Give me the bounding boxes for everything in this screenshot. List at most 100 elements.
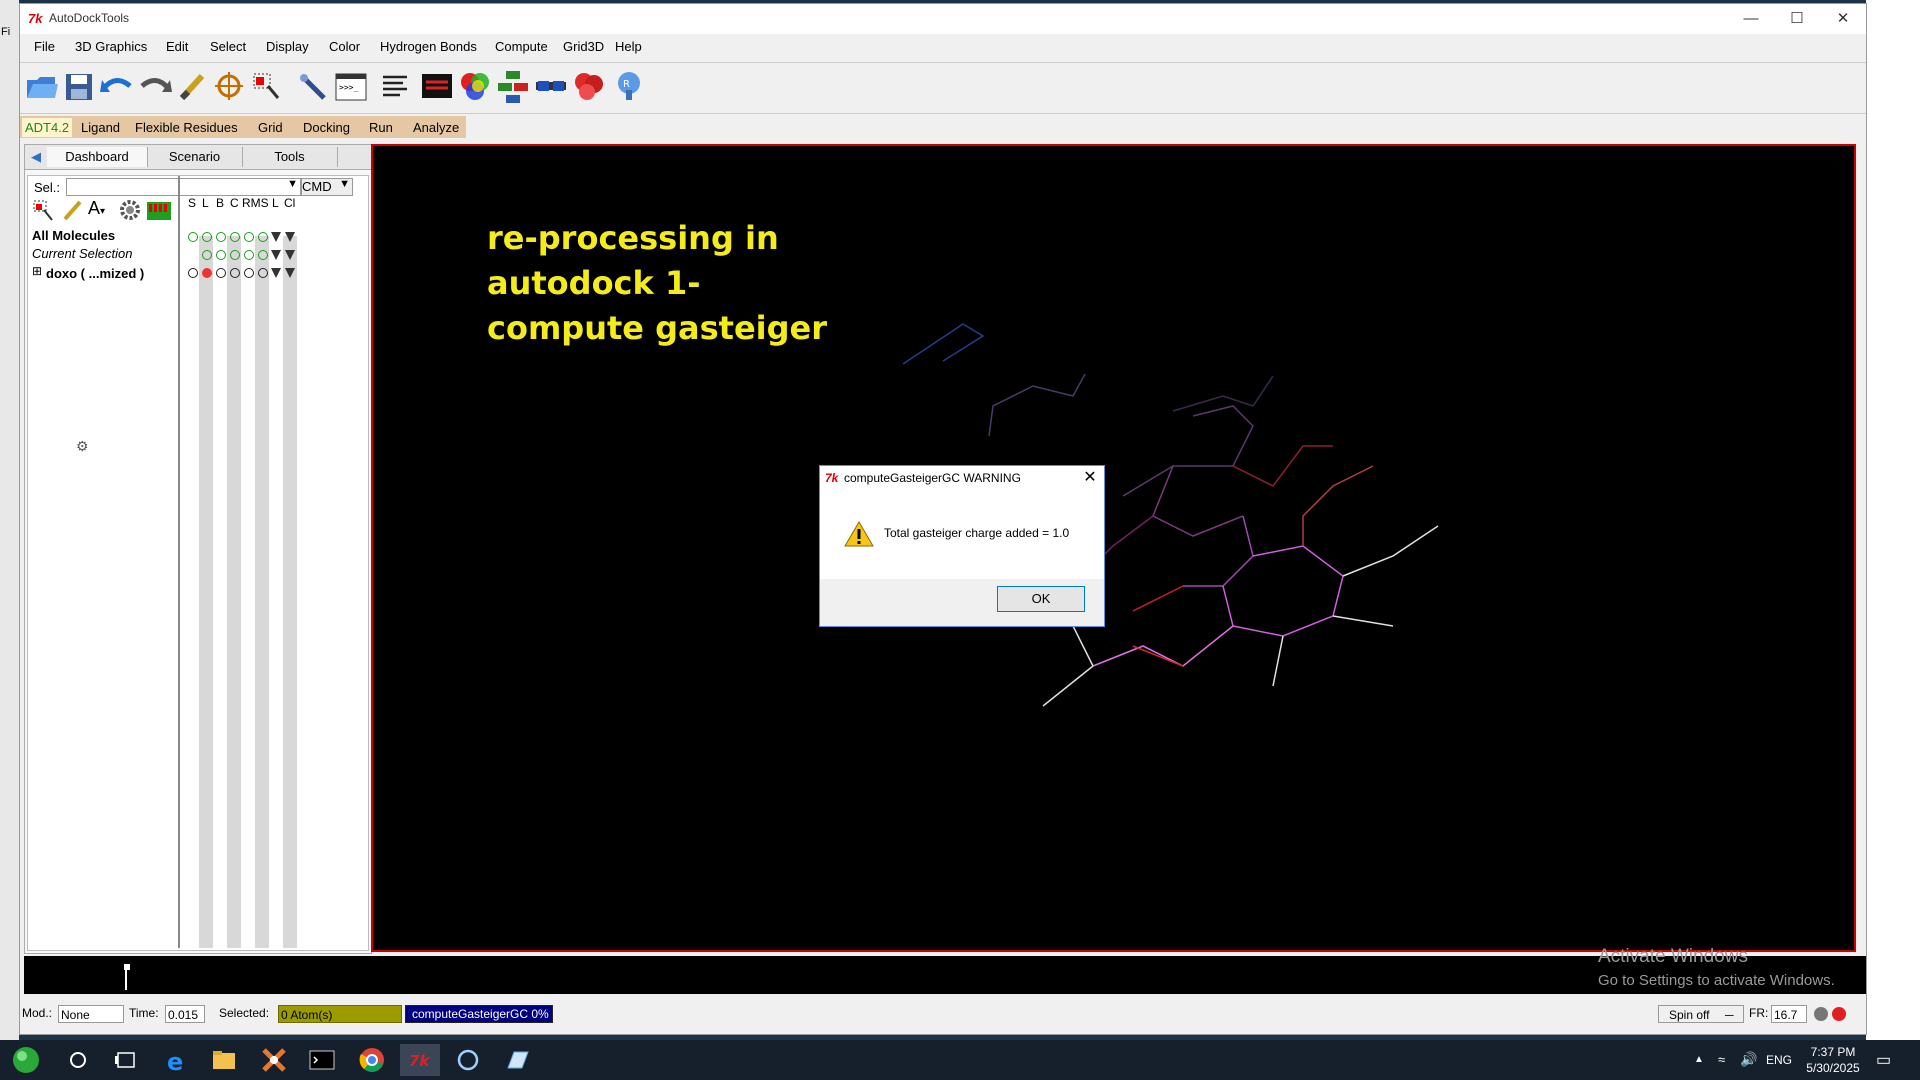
minimize-button[interactable]: — — [1728, 4, 1774, 34]
toggle-circle[interactable] — [202, 232, 212, 242]
python-shell-button[interactable]: >>>_ — [334, 68, 368, 104]
3d-viewer[interactable]: re-processing in autodock 1- compute gas… — [371, 144, 1856, 952]
pick-button[interactable] — [176, 68, 210, 104]
toggle-circle[interactable] — [202, 250, 212, 260]
tab-analyze[interactable]: Analyze — [413, 120, 459, 135]
col-header-l2[interactable]: L — [272, 196, 279, 210]
close-button[interactable]: ✕ — [1820, 4, 1866, 34]
language-indicator[interactable]: ENG — [1766, 1053, 1792, 1067]
surface-button[interactable] — [572, 68, 606, 104]
render-toggle-button[interactable] — [1814, 1007, 1828, 1021]
tree-all-molecules[interactable]: All Molecules — [32, 228, 115, 243]
notification-icon[interactable]: ▭ — [1876, 1050, 1891, 1070]
menu-hydrogen-bonds[interactable]: Hydrogen Bonds — [380, 39, 477, 54]
menu-edit[interactable]: Edit — [166, 39, 188, 54]
chevron-up-icon[interactable]: ▲ — [1694, 1054, 1704, 1065]
file-explorer-button[interactable] — [204, 1044, 244, 1076]
menu-help[interactable]: Help — [615, 39, 642, 54]
cortana-button[interactable] — [448, 1044, 488, 1076]
select-button[interactable] — [250, 68, 284, 104]
toggle-circle[interactable] — [216, 250, 226, 260]
settings-cmd-button[interactable] — [118, 198, 142, 222]
col-header-rms[interactable]: RMS — [242, 196, 269, 210]
tab-ligand[interactable]: Ligand — [81, 120, 120, 135]
app-button[interactable] — [254, 1044, 294, 1076]
col-header-cl[interactable]: Cl — [284, 196, 295, 210]
wifi-icon[interactable]: ≈ — [1718, 1052, 1725, 1067]
command-line[interactable] — [24, 956, 1866, 994]
tab-adt42[interactable]: ADT4.2 — [22, 118, 73, 137]
toggle-circle[interactable] — [244, 232, 254, 242]
toggle-circle[interactable] — [244, 268, 254, 278]
dialog-close-button[interactable]: ✕ — [1078, 467, 1102, 489]
dropdown-triangle-icon[interactable] — [271, 232, 281, 242]
toggle-circle[interactable] — [258, 268, 268, 278]
text-button[interactable] — [378, 68, 412, 104]
start-button[interactable] — [6, 1044, 46, 1076]
toggle-circle[interactable] — [216, 232, 226, 242]
tab-scenario[interactable]: Scenario — [147, 147, 243, 167]
toggle-circle-active[interactable] — [202, 268, 212, 278]
volume-icon[interactable]: 🔊 — [1740, 1051, 1757, 1068]
dropdown-triangle-icon[interactable] — [285, 250, 295, 260]
pick-cmd-button[interactable] — [62, 198, 84, 222]
collapse-panel-button[interactable]: ◀ — [25, 147, 48, 167]
menu-file[interactable]: File — [34, 39, 55, 54]
center-button[interactable] — [212, 68, 246, 104]
toggle-circle[interactable] — [244, 250, 254, 260]
stop-button[interactable] — [1832, 1007, 1846, 1021]
save-button[interactable] — [62, 68, 96, 104]
tab-grid[interactable]: Grid — [258, 120, 283, 135]
color-button[interactable] — [458, 68, 492, 104]
dropdown-triangle-icon[interactable] — [271, 250, 281, 260]
menu-grid3d[interactable]: Grid3D — [563, 39, 604, 54]
tab-docking[interactable]: Docking — [303, 120, 350, 135]
toggle-circle[interactable] — [216, 268, 226, 278]
dropdown-triangle-icon[interactable] — [285, 232, 295, 242]
taskbar-clock[interactable]: 7:37 PM 5/30/2025 — [1800, 1044, 1866, 1076]
measure-button[interactable] — [296, 68, 330, 104]
notes-button[interactable] — [498, 1044, 538, 1076]
toggle-circle[interactable] — [230, 232, 240, 242]
toggle-circle[interactable] — [258, 232, 268, 242]
sel-input[interactable]: ▼ — [66, 178, 301, 196]
toggle-circle[interactable] — [230, 250, 240, 260]
menu-display[interactable]: Display — [266, 39, 309, 54]
menu-color[interactable]: Color — [329, 39, 360, 54]
undo-button[interactable] — [100, 68, 134, 104]
redo-button[interactable] — [138, 68, 172, 104]
menu-3d-graphics[interactable]: 3D Graphics — [75, 39, 147, 54]
hierarchy-button[interactable] — [496, 68, 530, 104]
chrome-button[interactable] — [352, 1044, 392, 1076]
search-button[interactable] — [58, 1044, 98, 1076]
cmd-select[interactable]: CMD ▼ — [301, 178, 353, 196]
ok-button[interactable]: OK — [997, 586, 1085, 612]
toggle-circle[interactable] — [258, 250, 268, 260]
col-header-l[interactable]: L — [202, 196, 209, 210]
dropdown-triangle-icon[interactable] — [285, 268, 295, 278]
stereo-button[interactable] — [534, 68, 568, 104]
pmv-button[interactable]: R — [612, 68, 646, 104]
task-view-button[interactable] — [106, 1044, 146, 1076]
dropdown-triangle-icon[interactable] — [271, 268, 281, 278]
menu-select[interactable]: Select — [210, 39, 246, 54]
toggle-circle[interactable] — [188, 268, 198, 278]
col-header-s[interactable]: S — [188, 196, 196, 210]
col-header-c[interactable]: C — [230, 196, 239, 210]
tab-dashboard[interactable]: Dashboard — [47, 147, 148, 167]
menu-compute[interactable]: Compute — [495, 39, 548, 54]
tk-app-button[interactable]: 7k — [400, 1044, 440, 1076]
display-button[interactable] — [420, 68, 454, 104]
tree-current-selection[interactable]: Current Selection — [32, 246, 132, 261]
tab-run[interactable]: Run — [369, 120, 393, 135]
tab-flexible-residues[interactable]: Flexible Residues — [135, 120, 238, 135]
label-cmd-button[interactable]: A▾ — [88, 198, 114, 222]
toggle-circle[interactable] — [188, 232, 198, 242]
maximize-button[interactable]: ☐ — [1774, 4, 1820, 34]
col-header-b[interactable]: B — [216, 196, 224, 210]
spin-menu[interactable]: Spin off ─ — [1658, 1005, 1744, 1023]
select-cmd-button[interactable] — [32, 198, 54, 222]
tree-molecule-doxo[interactable]: doxo ( ...mized ) — [46, 266, 144, 281]
expand-icon[interactable]: ⊞ — [32, 264, 42, 278]
toggle-circle[interactable] — [230, 268, 240, 278]
